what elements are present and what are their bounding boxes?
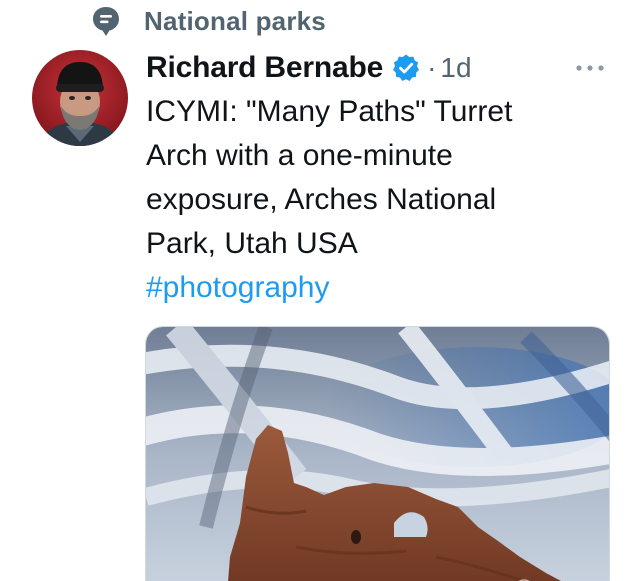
tweet-text-line: ICYMI: "Many Paths" Turret xyxy=(146,95,513,128)
topic-speech-bubble-icon xyxy=(90,5,122,37)
tweet-text-line: Park, Utah USA xyxy=(146,227,358,260)
tweet-text-line: exposure, Arches National xyxy=(146,183,497,216)
tweet-timestamp[interactable]: 1d xyxy=(440,52,471,84)
tweet-text: ICYMI: "Many Paths" Turret Arch with a o… xyxy=(146,90,616,310)
topic-context-row[interactable]: National parks xyxy=(90,4,326,38)
more-options-button[interactable] xyxy=(572,56,608,80)
tweet-text-line: Arch with a one-minute xyxy=(146,139,453,172)
tweet-card[interactable]: National parks Richard Bernabe · 1d ICYM… xyxy=(0,0,640,581)
topic-label[interactable]: National parks xyxy=(144,6,326,37)
hashtag-link[interactable]: #photography xyxy=(146,266,616,310)
author-name[interactable]: Richard Bernabe xyxy=(146,51,383,85)
tweet-header: Richard Bernabe · 1d xyxy=(146,48,472,88)
tweet-photo[interactable]: C xyxy=(145,326,610,581)
header-separator: · xyxy=(427,52,437,83)
more-dots-icon xyxy=(576,65,604,71)
verified-badge-icon xyxy=(391,53,421,83)
avatar[interactable] xyxy=(32,50,128,146)
